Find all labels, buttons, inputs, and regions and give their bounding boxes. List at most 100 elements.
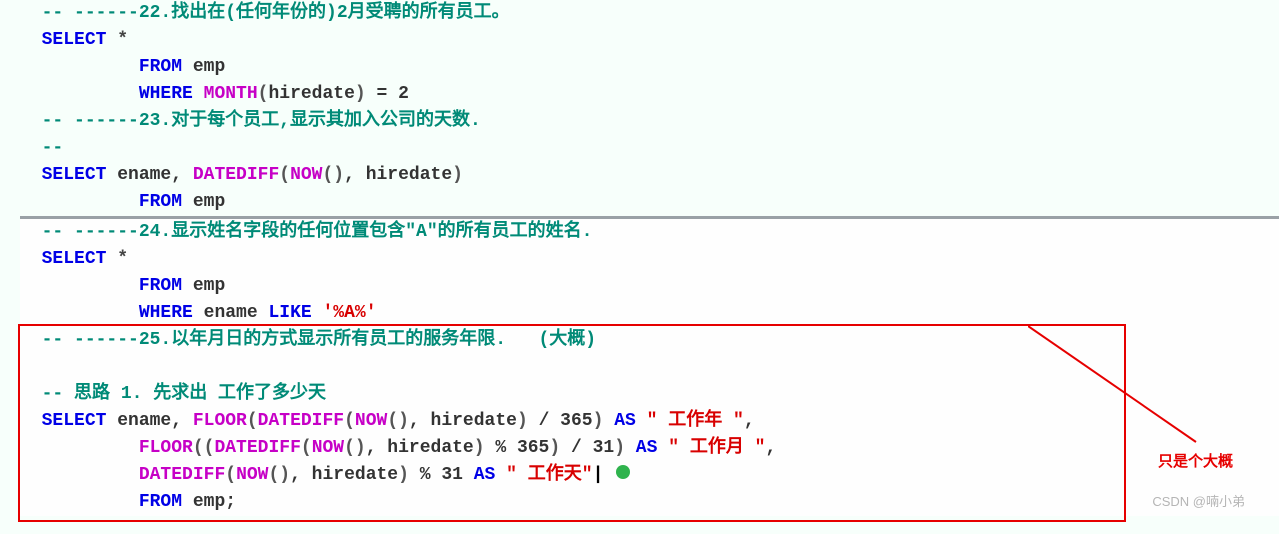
alias: " 工作天": [506, 465, 592, 485]
op: =: [366, 84, 398, 104]
op: %: [485, 438, 517, 458]
comment-text: 23.对于每个员工,显示其加入公司的天数.: [139, 111, 481, 131]
args: , hiredate: [409, 411, 517, 431]
comment-prefix: -- ------: [42, 111, 139, 131]
comment-text: -- 思路 1. 先求出 工作了多少天: [42, 384, 326, 404]
code-line: -- ------23.对于每个员工,显示其加入公司的天数.: [20, 108, 1279, 135]
code-line: SELECT ename, FLOOR(DATEDIFF(NOW(), hire…: [20, 408, 1279, 435]
kw-select: SELECT: [42, 165, 107, 185]
func: NOW: [355, 411, 387, 431]
num: 2: [398, 84, 409, 104]
code-line: [20, 354, 1279, 381]
func: DATEDIFF: [193, 165, 279, 185]
paren: ): [614, 438, 625, 458]
paren: (: [225, 465, 236, 485]
paren: ): [398, 465, 409, 485]
col: ename: [193, 303, 269, 323]
kw-select: SELECT: [42, 30, 107, 50]
code-line: FROM emp: [20, 189, 1279, 216]
paren: ): [452, 165, 463, 185]
kw-select: SELECT: [42, 411, 107, 431]
args: , hiredate: [290, 465, 398, 485]
ident: hiredate: [366, 165, 452, 185]
paren: ): [549, 438, 560, 458]
comment-prefix: -- ------: [42, 3, 139, 23]
paren: (: [258, 84, 269, 104]
paren: ): [355, 84, 366, 104]
paren: (: [344, 411, 355, 431]
kw-from: FROM: [139, 57, 182, 77]
star: *: [106, 30, 128, 50]
paren: (: [279, 165, 290, 185]
watermark: CSDN @喃小弟: [1152, 491, 1245, 510]
paren: (): [322, 165, 344, 185]
num: 31: [593, 438, 615, 458]
annotation-text: 只是个大概: [1158, 450, 1233, 471]
kw-as: AS: [603, 411, 646, 431]
comment-text: 24.显示姓名字段的任何位置包含"A"的所有员工的姓名.: [139, 222, 593, 242]
kw-where: WHERE: [139, 303, 193, 323]
func: DATEDIFF: [258, 411, 344, 431]
kw-as: AS: [625, 438, 668, 458]
code-line: -- ------24.显示姓名字段的任何位置包含"A"的所有员工的姓名.: [20, 219, 1279, 246]
comment-text: 22.找出在(任何年份的)2月受聘的所有员工。: [139, 3, 510, 23]
table: emp: [182, 276, 225, 296]
func: FLOOR: [193, 411, 247, 431]
num: 365: [560, 411, 592, 431]
code-line: -- ------22.找出在(任何年份的)2月受聘的所有员工。: [20, 0, 1279, 27]
paren: (): [387, 411, 409, 431]
code-line: SELECT *: [20, 27, 1279, 54]
paren: (): [268, 465, 290, 485]
op: %: [409, 465, 441, 485]
code-line: -- 思路 1. 先求出 工作了多少天: [20, 381, 1279, 408]
func: NOW: [312, 438, 344, 458]
func: FLOOR: [139, 438, 193, 458]
code-line: WHERE MONTH(hiredate) = 2: [20, 81, 1279, 108]
str: '%A%': [312, 303, 377, 323]
kw-as: AS: [463, 465, 506, 485]
args: , hiredate: [366, 438, 474, 458]
code-line: WHERE ename LIKE '%A%': [20, 300, 1279, 327]
code-line: DATEDIFF(NOW(), hiredate) % 31 AS " 工作天"…: [20, 462, 1279, 489]
func: MONTH: [193, 84, 258, 104]
paren: (): [344, 438, 366, 458]
col: ename,: [106, 411, 192, 431]
col: ename,: [106, 165, 192, 185]
table: emp: [182, 192, 225, 212]
paren: ((: [193, 438, 215, 458]
table: emp: [182, 57, 225, 77]
paren: (: [247, 411, 258, 431]
kw-where: WHERE: [139, 84, 193, 104]
func: NOW: [290, 165, 322, 185]
comma: ,: [344, 165, 366, 185]
code-line: --: [20, 135, 1279, 162]
comment-dashes: --: [42, 138, 64, 158]
kw-like: LIKE: [268, 303, 311, 323]
comma: ,: [744, 411, 755, 431]
paren: (: [301, 438, 312, 458]
func: DATEDIFF: [139, 465, 225, 485]
func: DATEDIFF: [214, 438, 300, 458]
alias: " 工作年 ": [647, 411, 744, 431]
op: /: [528, 411, 560, 431]
cursor-icon: [616, 465, 630, 479]
star: *: [106, 249, 128, 269]
kw-select: SELECT: [42, 249, 107, 269]
ident: hiredate: [268, 84, 354, 104]
comment-prefix: -- ------: [42, 330, 139, 350]
num: 365: [517, 438, 549, 458]
code-line: FLOOR((DATEDIFF(NOW(), hiredate) % 365) …: [20, 435, 1279, 462]
code-line: -- ------25.以年月日的方式显示所有员工的服务年限. (大概): [20, 327, 1279, 354]
code-line: FROM emp: [20, 54, 1279, 81]
paren: ): [593, 411, 604, 431]
code-line: SELECT *: [20, 246, 1279, 273]
kw-from: FROM: [139, 276, 182, 296]
num: 31: [441, 465, 463, 485]
code-line: SELECT ename, DATEDIFF(NOW(), hiredate): [20, 162, 1279, 189]
code-line: FROM emp;: [20, 489, 1279, 516]
comment-text: 25.以年月日的方式显示所有员工的服务年限. (大概): [139, 330, 596, 350]
op: /: [560, 438, 592, 458]
comment-prefix: -- ------: [42, 222, 139, 242]
table: emp;: [182, 492, 236, 512]
comma: ,: [765, 438, 776, 458]
